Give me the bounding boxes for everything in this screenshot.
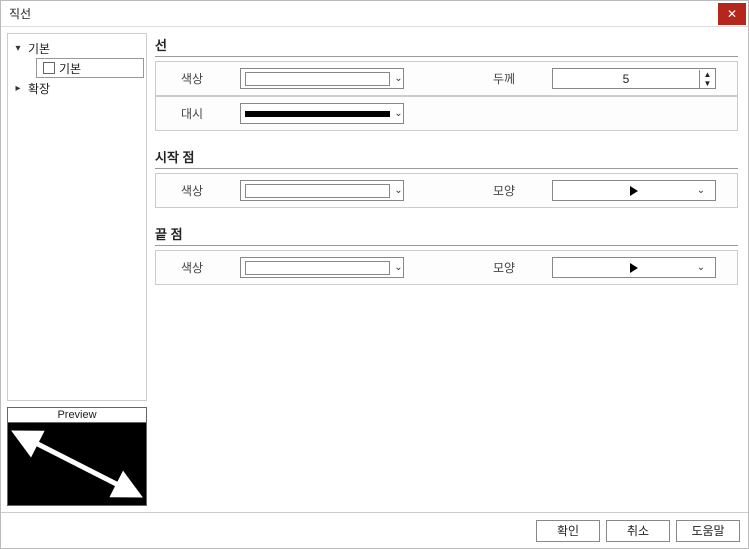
ok-button[interactable]: 확인 (536, 520, 600, 542)
label-shape: 모양 (476, 178, 532, 203)
expand-icon: ▸ (12, 83, 24, 94)
close-button[interactable]: ✕ (718, 3, 746, 25)
tree-item-label: 기본 (59, 60, 81, 77)
dialog-window: 직선 ✕ ▾ 기본 기본 ▸ 확장 Preview (0, 0, 749, 549)
tree-item-basic-child[interactable]: 기본 (36, 58, 144, 78)
line-dash-combo[interactable]: ⌄ (240, 103, 404, 124)
left-pane: ▾ 기본 기본 ▸ 확장 Preview (7, 33, 147, 506)
label-color: 색상 (164, 255, 220, 280)
end-row: 색상 ⌄ 모양 ⌄ (155, 250, 738, 285)
start-shape-combo[interactable]: ⌄ (552, 180, 716, 201)
divider (155, 168, 738, 169)
label-dash: 대시 (164, 101, 220, 126)
end-shape-combo[interactable]: ⌄ (552, 257, 716, 278)
divider (155, 56, 738, 57)
divider (155, 245, 738, 246)
thickness-value: 5 (553, 72, 699, 86)
chevron-down-icon: ⌄ (691, 262, 711, 273)
label-color: 색상 (164, 66, 220, 91)
title-bar: 직선 ✕ (1, 1, 748, 27)
cancel-button[interactable]: 취소 (606, 520, 670, 542)
color-swatch-icon (245, 184, 390, 198)
section-end-point: 끝 점 색상 ⌄ 모양 ⌄ (155, 222, 738, 285)
start-row: 색상 ⌄ 모양 ⌄ (155, 173, 738, 208)
chevron-down-icon: ⌄ (394, 185, 403, 196)
help-button[interactable]: 도움말 (676, 520, 740, 542)
chevron-down-icon: ⌄ (394, 262, 403, 273)
line-row-2: 대시 ⌄ (155, 96, 738, 131)
line-row-1: 색상 ⌄ 두께 5 ▲ ▼ (155, 61, 738, 96)
line-thickness-stepper[interactable]: 5 ▲ ▼ (552, 68, 716, 89)
stepper-down-button[interactable]: ▼ (700, 79, 715, 88)
color-swatch-icon (245, 261, 390, 275)
properties-pane: 선 색상 ⌄ 두께 5 ▲ ▼ (155, 33, 742, 506)
close-icon: ✕ (727, 7, 737, 21)
start-color-combo[interactable]: ⌄ (240, 180, 404, 201)
tree-item-extended[interactable]: ▸ 확장 (10, 78, 144, 98)
collapse-icon: ▾ (12, 43, 24, 54)
chevron-down-icon: ⌄ (394, 108, 403, 119)
preview-canvas (8, 423, 146, 505)
preview-panel: Preview (7, 407, 147, 506)
category-tree: ▾ 기본 기본 ▸ 확장 (7, 33, 147, 401)
label-color: 색상 (164, 178, 220, 203)
arrow-right-icon (630, 186, 638, 196)
color-swatch-icon (245, 72, 390, 86)
preview-title: Preview (8, 408, 146, 423)
square-icon (43, 62, 55, 74)
section-start-point: 시작 점 색상 ⌄ 모양 ⌄ (155, 145, 738, 208)
dialog-footer: 확인 취소 도움말 (1, 512, 748, 548)
section-title-start: 시작 점 (155, 145, 738, 168)
dash-swatch-icon (245, 111, 390, 117)
tree-item-label: 확장 (24, 80, 54, 97)
tree-item-basic[interactable]: ▾ 기본 (10, 38, 144, 58)
label-shape: 모양 (476, 255, 532, 280)
tree-item-label: 기본 (24, 40, 54, 57)
label-thickness: 두께 (476, 66, 532, 91)
line-color-combo[interactable]: ⌄ (240, 68, 404, 89)
section-title-line: 선 (155, 33, 738, 56)
chevron-down-icon: ⌄ (394, 73, 403, 84)
window-title: 직선 (9, 5, 31, 22)
section-title-end: 끝 점 (155, 222, 738, 245)
stepper-up-button[interactable]: ▲ (700, 70, 715, 79)
section-line: 선 색상 ⌄ 두께 5 ▲ ▼ (155, 33, 738, 131)
chevron-down-icon: ⌄ (691, 185, 711, 196)
arrow-right-icon (630, 263, 638, 273)
end-color-combo[interactable]: ⌄ (240, 257, 404, 278)
preview-line-icon (8, 423, 146, 505)
dialog-body: ▾ 기본 기본 ▸ 확장 Preview (1, 27, 748, 512)
